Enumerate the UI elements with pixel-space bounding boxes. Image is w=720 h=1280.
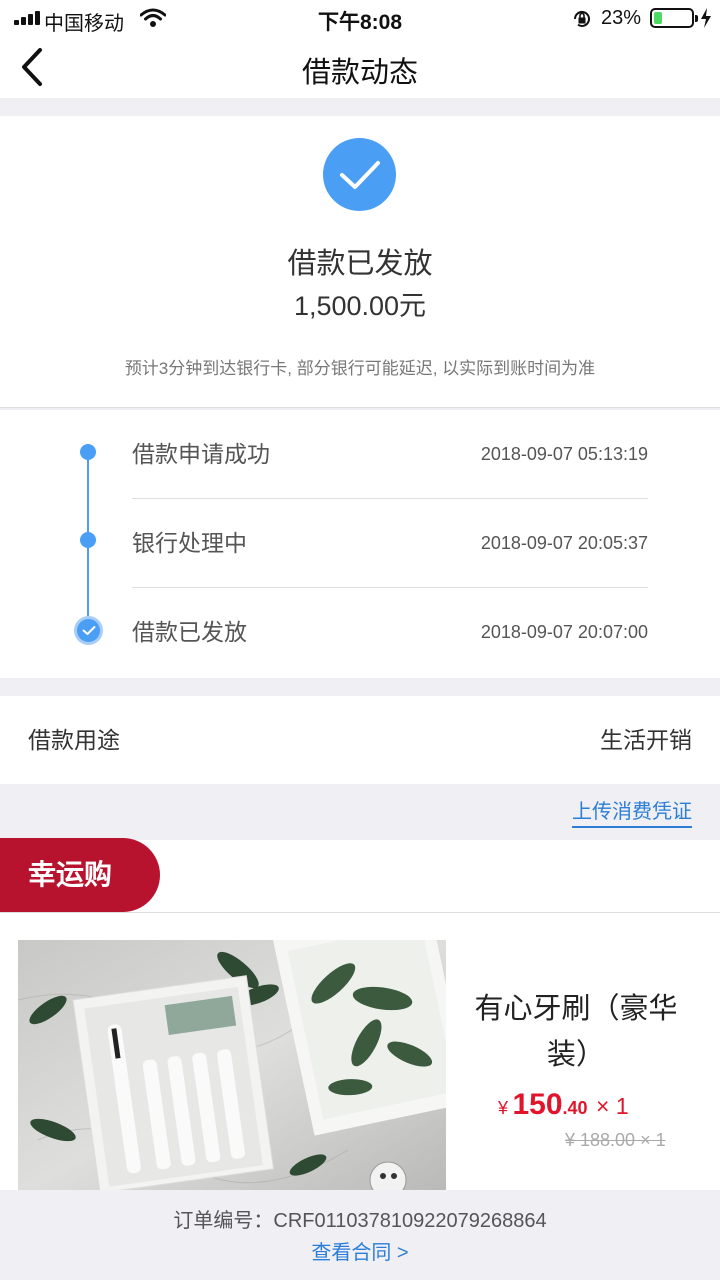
timeline-step: 银行处理中 2018-09-07 20:05:37 [132,499,648,588]
battery-icon [650,8,698,28]
loan-status-card: 借款已发放 1,500.00元 预计3分钟到达银行卡, 部分银行可能延迟, 以实… [0,116,720,408]
price-currency: ¥ [498,1098,509,1118]
charging-bolt-icon [700,8,712,33]
timeline-step: 借款已发放 2018-09-07 20:07:00 [132,588,648,677]
step-label: 借款已发放 [132,619,247,645]
timeline-dot [80,532,96,548]
upload-receipt-link[interactable]: 上传消费凭证 [572,795,692,828]
nav-bar: 借款动态 [0,36,720,98]
lucky-buy-tag: 幸运购 [0,838,160,912]
step-time: 2018-09-07 05:13:19 [480,444,648,464]
view-contract-link[interactable]: 查看合同 > [0,1236,720,1265]
loan-purpose-label: 借款用途 [28,727,120,753]
timeline-check-icon [74,616,103,645]
status-bar: 中国移动 下午8:08 23% [0,0,720,36]
loan-purpose-row: 借款用途 生活开销 [0,696,720,784]
orientation-lock-icon [572,9,592,34]
loan-amount: 1,500.00元 [293,291,427,321]
battery-nub [695,15,698,22]
product-price: ¥ 150.40 × 1 [498,1088,629,1122]
upload-row: 上传消费凭证 [0,784,720,840]
price-decimal: .40 [562,1098,588,1118]
section-divider [0,912,720,913]
step-label: 借款申请成功 [132,441,270,467]
lucky-buy-section: 幸运购 有心牙刷（豪华装） ¥ 150.40 × 1 ¥ 188.00 × 1 [0,838,720,1195]
step-label: 银行处理中 [132,530,247,556]
price-quantity: × 1 [596,1093,629,1119]
page-title: 借款动态 [301,57,418,89]
step-time: 2018-09-07 20:05:37 [480,533,648,553]
loan-purpose-value: 生活开销 [600,727,692,753]
product-name[interactable]: 有心牙刷（豪华装） [458,986,694,1078]
original-price: ¥ 188.00 × 1 [565,1130,666,1150]
product-image[interactable] [18,940,446,1195]
timeline-dot [80,444,96,460]
loan-status: 借款已发放 [287,248,433,280]
step-time: 2018-09-07 20:07:00 [480,622,648,642]
battery-percent: 23% [601,7,642,29]
order-number: 订单编号：CRF011037810922079268864 [173,1210,547,1232]
progress-timeline: 借款申请成功 2018-09-07 05:13:19 银行处理中 2018-09… [0,410,720,678]
footer: 订单编号：CRF011037810922079268864 查看合同 > [0,1190,720,1280]
check-circle-icon [323,138,396,211]
timeline-step: 借款申请成功 2018-09-07 05:13:19 [132,410,648,499]
battery-fill [654,12,662,24]
price-integer: 150 [512,1088,563,1121]
arrival-note: 预计3分钟到达银行卡, 部分银行可能延迟, 以实际到账时间为准 [124,359,596,378]
